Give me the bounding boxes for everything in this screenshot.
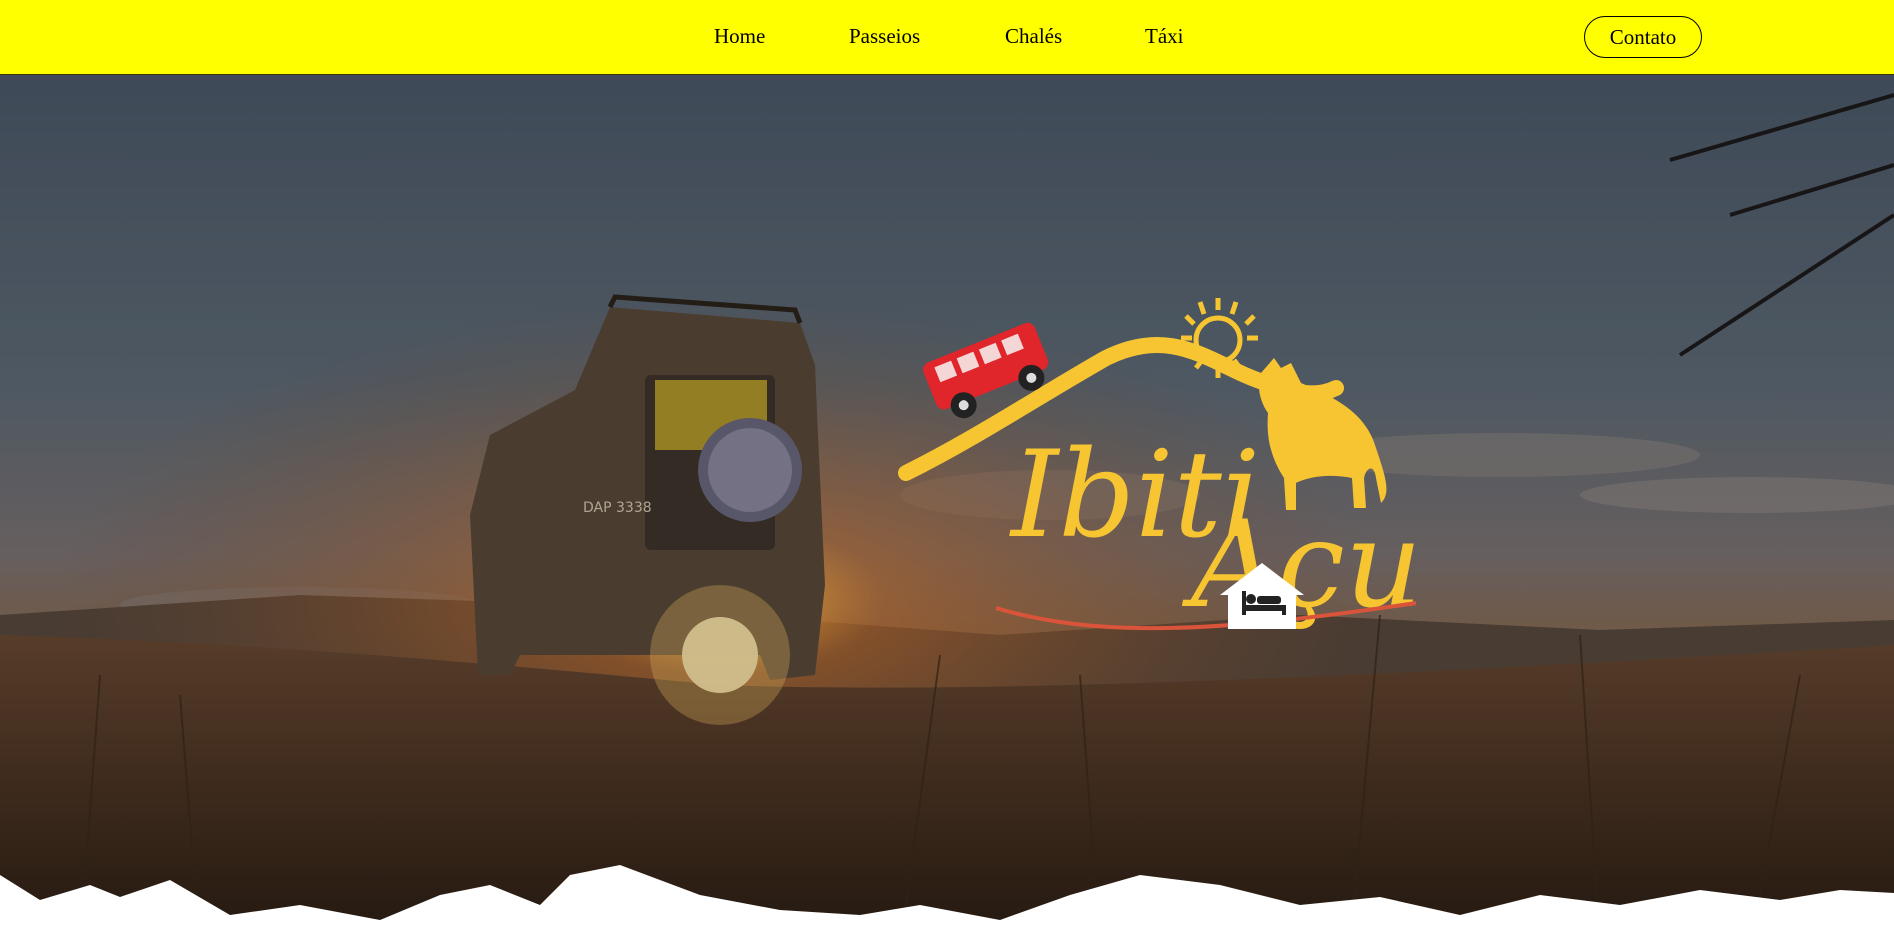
nav-link-taxi[interactable]: Táxi (1145, 24, 1183, 49)
nav-link-home[interactable]: Home (714, 24, 765, 49)
jeep-icon (923, 322, 1049, 419)
chalet-bed-icon (1220, 563, 1304, 629)
ibiti-acu-logo: Ibiti Açu (898, 298, 1422, 635)
nav-link-chales[interactable]: Chalés (1005, 24, 1062, 49)
top-navigation-bar: Home Passeios Chalés Táxi Contato (0, 0, 1894, 75)
sun-icon (1181, 298, 1258, 378)
hero-banner: DAP 3338 Ibiti Açu (0, 75, 1894, 948)
nav-link-passeios[interactable]: Passeios (849, 24, 920, 49)
horse-icon (1258, 358, 1387, 510)
contact-button[interactable]: Contato (1584, 16, 1702, 58)
